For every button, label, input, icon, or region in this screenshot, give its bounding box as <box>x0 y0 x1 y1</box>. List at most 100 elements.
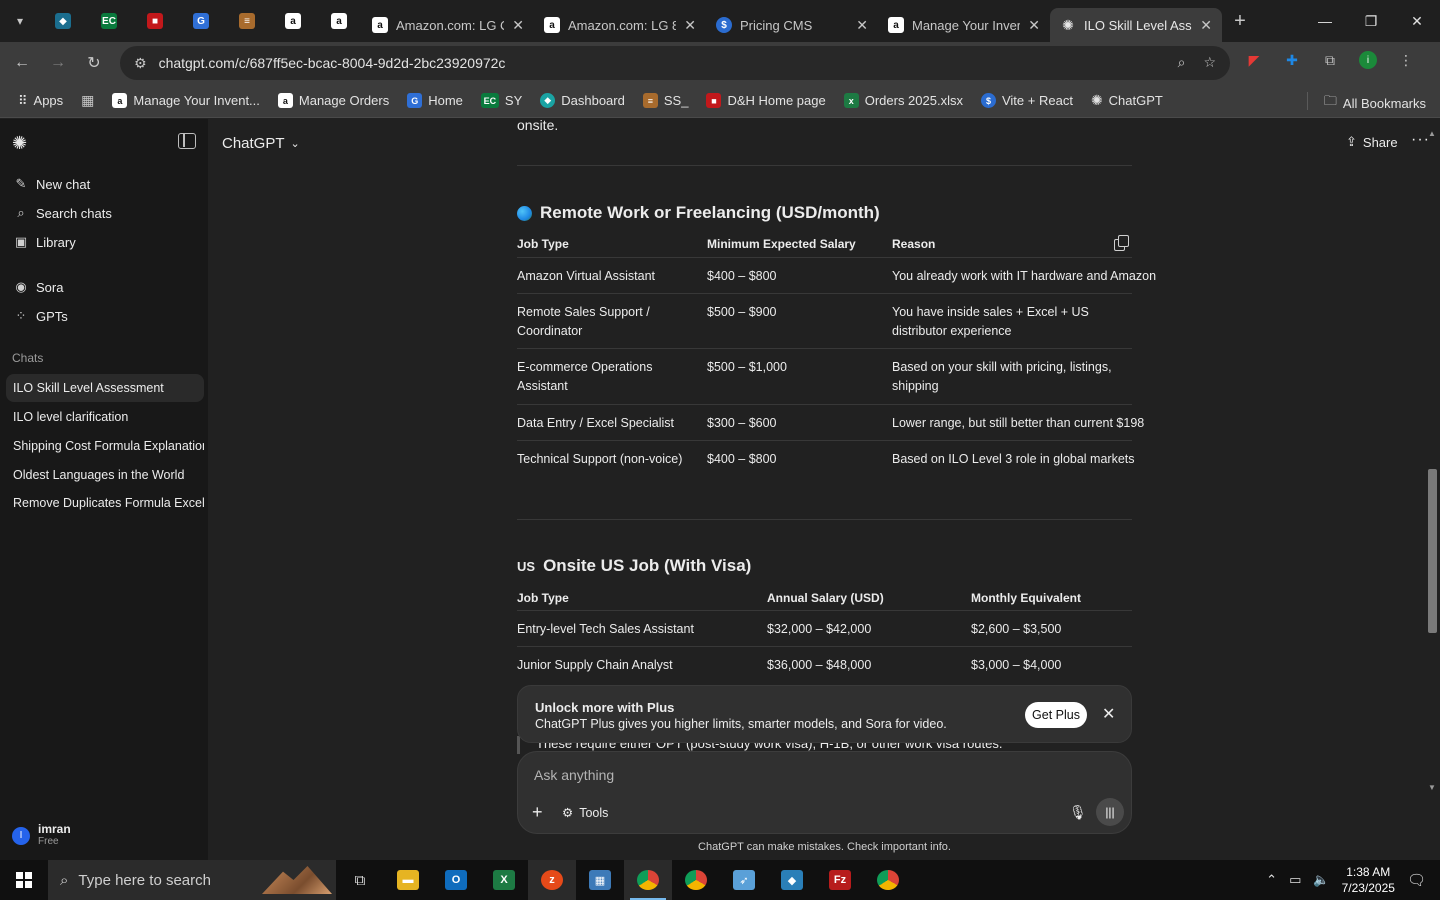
back-button[interactable]: ← <box>4 45 40 81</box>
start-button[interactable] <box>0 860 48 900</box>
reload-button[interactable]: ↻ <box>76 45 112 81</box>
notifications-icon[interactable]: 🗨 <box>1407 871 1426 889</box>
bookmark-item[interactable]: $ Vite + React <box>980 93 1073 108</box>
bookmark-item[interactable]: a Manage Your Invent... <box>112 93 260 108</box>
tab-search-chevron-icon[interactable]: ▾ <box>0 0 40 42</box>
table-row: E-commerce Operations Assistant $500 – $… <box>517 348 1132 404</box>
copy-table-icon[interactable] <box>1114 235 1129 251</box>
calculator-button[interactable]: ▦ <box>576 860 624 900</box>
file-explorer-button[interactable]: ▬ <box>384 860 432 900</box>
extension-blue-icon[interactable]: ✚ <box>1282 50 1302 70</box>
pinned-tab-4[interactable]: G <box>178 0 224 42</box>
bookmark-item[interactable]: G Home <box>407 93 463 108</box>
bookmark-item[interactable]: EC SY <box>480 93 522 108</box>
scrollbar-thumb[interactable] <box>1428 469 1437 633</box>
filezilla-button[interactable]: Fz <box>816 860 864 900</box>
extension-red-icon[interactable]: ◤ <box>1244 50 1264 70</box>
tab-groups-icon[interactable]: ▦ <box>81 92 94 109</box>
new-tab-button[interactable]: + <box>1222 10 1258 33</box>
bookmark-star-icon[interactable]: ☆ <box>1203 54 1216 71</box>
bookmark-item[interactable]: ■ D&H Home page <box>706 93 826 108</box>
chat-history-item[interactable]: Oldest Languages in the World <box>6 461 204 489</box>
pinned-tab-7[interactable]: a <box>316 0 362 42</box>
network-icon[interactable]: ▭ <box>1289 872 1301 888</box>
pinned-tab-5[interactable]: ≡ <box>224 0 270 42</box>
extensions-area: ◤ ✚ ⧉ i ⋮ <box>1244 50 1416 70</box>
chat-history-item[interactable]: Shipping Cost Formula Explanation <box>6 432 204 460</box>
pinned-tab-1[interactable]: ◆ <box>40 0 86 42</box>
new-chat-button[interactable]: ✎ New chat <box>14 176 91 192</box>
close-icon[interactable]: ✕ <box>1200 17 1212 34</box>
close-icon[interactable]: ✕ <box>856 17 868 34</box>
voice-mode-button[interactable]: ||| <box>1096 798 1124 826</box>
sora-button[interactable]: ◉ Sora <box>14 279 63 295</box>
restore-button[interactable]: ❐ <box>1348 0 1394 42</box>
browser-tab[interactable]: a Amazon.com: LG C ✕ <box>362 8 534 42</box>
app-button[interactable]: ➶ <box>720 860 768 900</box>
library-button[interactable]: ▣ Library <box>14 234 76 250</box>
close-window-button[interactable]: ✕ <box>1394 0 1440 42</box>
app-button[interactable]: ◆ <box>768 860 816 900</box>
bookmark-item[interactable]: x Orders 2025.xlsx <box>843 93 963 108</box>
chevron-up-icon[interactable]: ⌃ <box>1266 872 1277 888</box>
browser-tab[interactable]: $ Pricing CMS ✕ <box>706 8 878 42</box>
scroll-up-icon[interactable]: ▲ <box>1428 129 1436 138</box>
site-info-icon[interactable]: ⚙ <box>134 55 147 72</box>
chrome-icon <box>637 870 659 890</box>
forward-button[interactable]: → <box>40 45 76 81</box>
chat-history-item[interactable]: Remove Duplicates Formula Excel <box>6 489 204 517</box>
user-name: imran <box>38 822 71 836</box>
close-icon[interactable]: ✕ <box>684 17 696 34</box>
pinned-tab-3[interactable]: ■ <box>132 0 178 42</box>
bookmark-item[interactable]: ⠿ Apps <box>18 93 63 109</box>
bookmark-item[interactable]: ≡ SS_ <box>642 93 688 108</box>
close-icon[interactable]: ✕ <box>1028 17 1040 34</box>
task-view-button[interactable]: ⧉ <box>336 860 384 900</box>
scroll-down-icon[interactable]: ▼ <box>1428 783 1436 792</box>
minimize-button[interactable]: — <box>1302 0 1348 42</box>
chrome-button[interactable] <box>624 860 672 900</box>
profile-avatar[interactable]: i <box>1358 50 1378 70</box>
search-chats-button[interactable]: ⌕ Search chats <box>14 205 112 221</box>
outlook-icon: O <box>445 870 467 890</box>
bookmark-item[interactable]: a Manage Orders <box>277 93 389 108</box>
excel-button[interactable]: X <box>480 860 528 900</box>
model-selector[interactable]: ChatGPT ⌄ <box>222 135 300 152</box>
share-button[interactable]: ⇪ Share <box>1346 134 1398 150</box>
browser-tab-active[interactable]: ✺ ILO Skill Level Asse ✕ <box>1050 8 1222 42</box>
openai-logo-icon[interactable]: ✺ <box>12 133 32 153</box>
browser-tab[interactable]: a Manage Your Inver ✕ <box>878 8 1050 42</box>
close-icon[interactable]: ✕ <box>512 17 524 34</box>
zoom-icon[interactable]: ⌕ <box>1178 54 1186 71</box>
chat-history-item[interactable]: ILO Skill Level Assessment <box>6 374 204 402</box>
microphone-icon[interactable]: 🎙 <box>1069 804 1087 821</box>
gpts-button[interactable]: ⁘ GPTs <box>14 308 68 324</box>
taskbar-search[interactable]: ⌕ Type here to search <box>48 860 336 900</box>
close-icon[interactable]: ✕ <box>1102 704 1115 724</box>
outlook-button[interactable]: O <box>432 860 480 900</box>
all-bookmarks-button[interactable]: 🗀 All Bookmarks <box>1324 92 1426 114</box>
menu-kebab-icon[interactable]: ⋮ <box>1396 50 1416 70</box>
zoho-button[interactable]: z <box>528 860 576 900</box>
prompt-input[interactable] <box>534 764 1094 786</box>
table-header: Minimum Expected Salary <box>707 237 856 251</box>
browser-tab[interactable]: a Amazon.com: LG 8 ✕ <box>534 8 706 42</box>
tools-button[interactable]: ⚙ Tools <box>562 805 608 821</box>
scrollbar[interactable]: ▲ ▼ <box>1426 129 1438 797</box>
extensions-puzzle-icon[interactable]: ⧉ <box>1320 50 1340 70</box>
volume-icon[interactable]: 🔈 <box>1313 872 1329 888</box>
chat-history-item[interactable]: ILO level clarification <box>6 403 204 431</box>
pinned-tab-6[interactable]: a <box>270 0 316 42</box>
chrome-alt-button[interactable] <box>864 860 912 900</box>
address-bar[interactable]: ⚙ chatgpt.com/c/687ff5ec-bcac-8004-9d2d-… <box>120 46 1230 80</box>
clock[interactable]: 1:38 AM 7/23/2025 <box>1342 864 1395 896</box>
pinned-tab-2[interactable]: EC <box>86 0 132 42</box>
bookmark-item[interactable]: ◆ Dashboard <box>540 93 625 108</box>
sidebar-toggle-icon[interactable] <box>178 133 196 149</box>
user-account-button[interactable]: I imran Free <box>12 823 71 848</box>
chats-section-label: Chats <box>12 351 44 365</box>
get-plus-button[interactable]: Get Plus <box>1025 702 1087 728</box>
attach-plus-icon[interactable]: + <box>532 802 543 823</box>
chrome-profile-button[interactable] <box>672 860 720 900</box>
bookmark-item[interactable]: ✺ ChatGPT <box>1091 92 1163 109</box>
